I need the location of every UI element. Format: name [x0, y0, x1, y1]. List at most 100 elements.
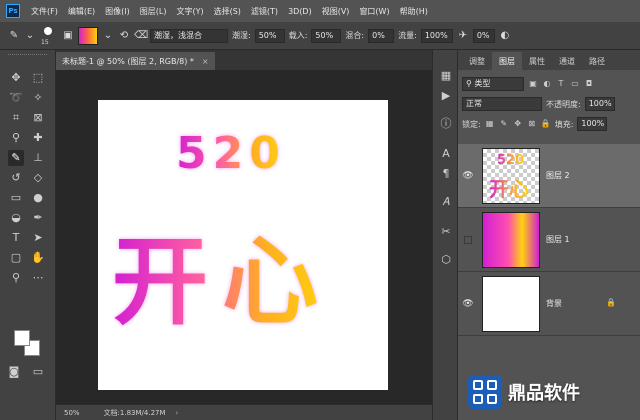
layer-name[interactable]: 背景	[546, 298, 562, 309]
healing-brush-tool-icon[interactable]: ✚	[30, 130, 46, 146]
filter-pixel-icon[interactable]: ▣	[528, 79, 538, 89]
filter-shape-icon[interactable]: ▭	[570, 79, 580, 89]
screen-mode-icon[interactable]: ▭	[30, 364, 46, 380]
lock-artboard-icon[interactable]: ⊠	[527, 119, 537, 129]
visibility-eye-icon[interactable]: 👁	[462, 170, 474, 182]
menu-3d[interactable]: 3D(D)	[283, 7, 317, 16]
lasso-tool-icon[interactable]: ➰	[8, 90, 24, 106]
character-icon[interactable]: A	[438, 146, 454, 162]
quick-mask-icon[interactable]: ◙	[6, 364, 22, 380]
menu-select[interactable]: 选择(S)	[209, 6, 246, 17]
filter-adjustment-icon[interactable]: ◐	[542, 79, 552, 89]
more-tools-icon[interactable]: ⋯	[30, 270, 46, 286]
load-brush-icon[interactable]: ⟲	[118, 30, 130, 41]
visibility-toggle-off[interactable]	[464, 236, 472, 244]
menu-edit[interactable]: 编辑(E)	[63, 6, 100, 17]
fill-input[interactable]: 100%	[577, 117, 608, 131]
document-tab-bar: 未标题-1 @ 50% (图层 2, RGB/8) * ×	[56, 50, 432, 70]
chevron-down-icon[interactable]: ⌄	[24, 30, 36, 41]
airbrush-icon[interactable]: ✈	[457, 30, 469, 41]
clean-brush-icon[interactable]: ⌫	[134, 30, 148, 41]
play-icon[interactable]: ▶	[438, 88, 454, 104]
layer-name[interactable]: 图层 2	[546, 170, 570, 181]
menu-file[interactable]: 文件(F)	[26, 6, 63, 17]
pen-tool-icon[interactable]: ✒	[30, 210, 46, 226]
history-brush-tool-icon[interactable]: ↺	[8, 170, 24, 186]
tab-layers[interactable]: 图层	[492, 52, 522, 70]
filter-smart-icon[interactable]: ◘	[584, 79, 594, 89]
flow-input[interactable]: 100%	[420, 28, 453, 43]
layer-row-background[interactable]: 👁 背景 🔒	[458, 272, 640, 336]
info-icon[interactable]: ⓘ	[438, 116, 454, 132]
zoom-tool-icon[interactable]: ⚲	[8, 270, 24, 286]
marquee-tool-icon[interactable]: ⬚	[30, 70, 46, 86]
layer-name[interactable]: 图层 1	[546, 234, 570, 245]
canvas-area[interactable]: 520 开心	[56, 70, 432, 404]
photoshop-logo-icon[interactable]: Ps	[6, 4, 20, 18]
lock-all-icon[interactable]: 🔒	[541, 119, 551, 129]
close-icon[interactable]: ×	[202, 57, 209, 66]
document-tab[interactable]: 未标题-1 @ 50% (图层 2, RGB/8) * ×	[56, 52, 215, 70]
menu-filter[interactable]: 滤镜(T)	[246, 6, 283, 17]
document-canvas[interactable]: 520 开心	[98, 100, 388, 390]
wet-input[interactable]: 50%	[254, 28, 285, 43]
brush-tool-icon[interactable]: ✎	[8, 150, 24, 166]
brush-settings-icon[interactable]: ▣	[62, 30, 74, 41]
chevron-down-icon[interactable]: ⌄	[102, 30, 114, 41]
tab-adjustments[interactable]: 调整	[462, 52, 492, 70]
chevron-right-icon[interactable]: ›	[176, 409, 179, 417]
menu-layer[interactable]: 图层(L)	[135, 6, 172, 17]
dodge-tool-icon[interactable]: ◒	[8, 210, 24, 226]
tool-presets-icon[interactable]: ✂	[438, 224, 454, 240]
layer-thumbnail	[482, 276, 540, 332]
foreground-color-swatch[interactable]	[14, 330, 30, 346]
wet-label: 潮湿:	[232, 31, 251, 40]
crop-tool-icon[interactable]: ⌗	[8, 110, 24, 126]
3d-icon[interactable]: ⬡	[438, 252, 454, 268]
panel-grip[interactable]	[8, 54, 47, 62]
rectangle-tool-icon[interactable]: ▢	[8, 250, 24, 266]
opacity-input[interactable]: 100%	[584, 97, 615, 111]
blend-mode-select[interactable]: 正常	[462, 97, 542, 111]
menu-view[interactable]: 视图(V)	[317, 6, 355, 17]
current-load-swatch[interactable]	[78, 26, 98, 45]
tab-paths[interactable]: 路径	[582, 52, 612, 70]
load-input[interactable]: 50%	[311, 28, 342, 43]
frame-tool-icon[interactable]: ⊠	[30, 110, 46, 126]
lock-position-icon[interactable]: ✥	[513, 119, 523, 129]
gradient-tool-icon[interactable]: ▭	[8, 190, 24, 206]
preset-select[interactable]: 潮湿，浅混合	[150, 28, 228, 43]
paragraph-icon[interactable]: ¶	[438, 166, 454, 182]
menu-type[interactable]: 文字(Y)	[171, 6, 208, 17]
tab-channels[interactable]: 通道	[552, 52, 582, 70]
move-tool-icon[interactable]: ✥	[8, 70, 24, 86]
brush-size-picker[interactable]: 15	[40, 26, 58, 46]
mix-input[interactable]: 0%	[368, 28, 395, 43]
magic-wand-tool-icon[interactable]: ✧	[30, 90, 46, 106]
history-icon[interactable]: ▦	[438, 68, 454, 84]
eraser-tool-icon[interactable]: ◇	[30, 170, 46, 186]
filter-type-icon[interactable]: T	[556, 79, 566, 89]
menu-window[interactable]: 窗口(W)	[354, 6, 394, 17]
path-selection-tool-icon[interactable]: ➤	[30, 230, 46, 246]
layer-row-layer2[interactable]: 👁 520 开心 图层 2	[458, 144, 640, 208]
lock-icon: 🔒	[606, 298, 616, 307]
filter-kind-select[interactable]: ⚲ 类型	[462, 77, 524, 91]
angle-icon[interactable]: ◐	[499, 30, 511, 41]
lock-transparent-icon[interactable]: ▦	[485, 119, 495, 129]
lock-image-icon[interactable]: ✎	[499, 119, 509, 129]
menu-image[interactable]: 图像(I)	[100, 6, 135, 17]
glyphs-icon[interactable]: 𝐴	[438, 194, 454, 210]
layer-row-layer1[interactable]: 图层 1	[458, 208, 640, 272]
menu-help[interactable]: 帮助(H)	[395, 6, 433, 17]
hand-tool-icon[interactable]: ✋	[30, 250, 46, 266]
type-tool-icon[interactable]: T	[8, 230, 24, 246]
smoothing-input[interactable]: 0%	[472, 28, 495, 43]
tab-properties[interactable]: 属性	[522, 52, 552, 70]
clone-stamp-tool-icon[interactable]: ⊥	[30, 150, 46, 166]
mixer-brush-tool-icon[interactable]: ✎	[8, 30, 20, 41]
zoom-level[interactable]: 50%	[64, 409, 80, 417]
blur-tool-icon[interactable]: ●	[30, 190, 46, 206]
visibility-eye-icon[interactable]: 👁	[462, 298, 474, 310]
eyedropper-tool-icon[interactable]: ⚲	[8, 130, 24, 146]
